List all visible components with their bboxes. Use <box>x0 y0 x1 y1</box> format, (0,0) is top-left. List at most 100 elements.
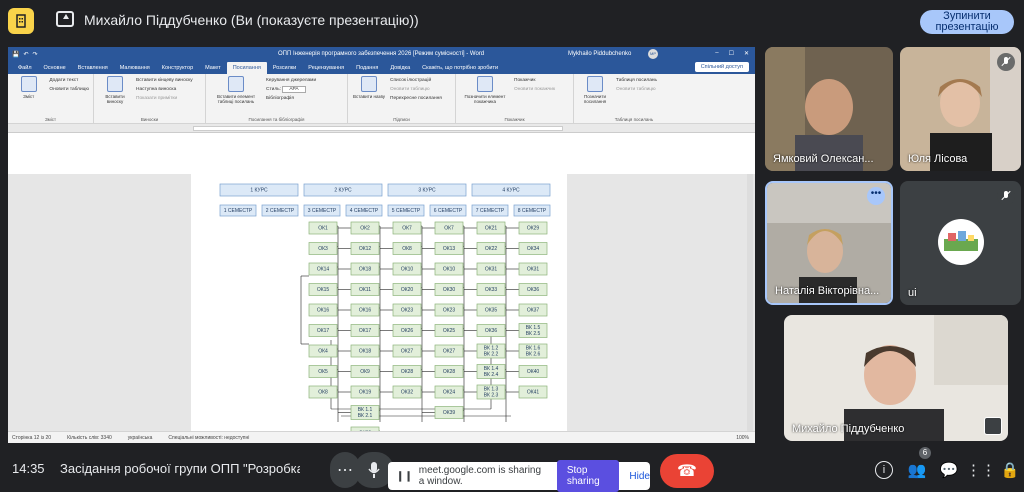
course-label: ОК26 <box>401 328 414 334</box>
toc-button[interactable]: Зміст <box>12 76 45 121</box>
participant-tile-3[interactable]: ••• Наталія Вікторівна... <box>765 181 893 305</box>
update-index-button[interactable]: Оновити покажчик <box>514 85 555 94</box>
ribbon-tab[interactable]: Вставлення <box>72 65 114 74</box>
participant-tile-2[interactable]: Юля Лісова <box>900 47 1021 171</box>
course-label: ОК32 <box>401 389 414 395</box>
update-toa-button[interactable]: Оновити таблицю <box>616 85 657 94</box>
shared-word-window: 💾 ↶ ↷ ОПП Інженерія програмного забезпеч… <box>8 47 755 443</box>
course-label: ВК 2.4 <box>484 372 499 378</box>
user-name: Mykhailo Piddubchenko <box>568 51 632 57</box>
year-label: 3 КУРС <box>418 187 436 193</box>
hide-button[interactable]: Hide <box>629 471 650 482</box>
add-text-button[interactable]: Додати текст <box>49 76 89 85</box>
semester-label: 1 СЕМЕСТР <box>224 208 253 214</box>
ribbon-tab[interactable]: Макет <box>199 65 227 74</box>
pip-icon[interactable] <box>984 417 1002 435</box>
muted-mic-icon <box>997 187 1015 205</box>
ribbon-tab[interactable]: Розсилки <box>267 65 302 74</box>
next-footnote-button[interactable]: Наступна виноска <box>136 85 193 94</box>
activities-button[interactable]: ⋮⋮ <box>966 456 996 484</box>
course-label: ОК37 <box>527 307 540 313</box>
bibliography-button[interactable]: Бібліографія <box>266 94 316 103</box>
update-figures-button[interactable]: Оновити таблицю <box>390 85 442 94</box>
people-button[interactable]: 👥 <box>903 456 931 484</box>
course-label: ВК 2.6 <box>526 351 541 357</box>
toc-icon <box>20 76 37 92</box>
course-label: ОК7 <box>402 225 412 231</box>
mark-citation-button[interactable]: Позначити посилання <box>578 76 612 121</box>
semester-label: 5 СЕМЕСТР <box>392 208 421 214</box>
course-label: ОК19 <box>359 389 372 395</box>
tell-me-search[interactable]: Скажіть, що потрібно зробити <box>416 65 504 74</box>
ribbon-tab[interactable]: Конструктор <box>156 65 199 74</box>
course-label: ОК11 <box>359 287 371 293</box>
course-label: ВК 2.5 <box>526 331 541 337</box>
insert-endnote-button[interactable]: Вставити кінцеву виноску <box>136 76 193 85</box>
participant-tile-self[interactable]: Михайло Піддубченко <box>784 315 1008 441</box>
manage-sources-button[interactable]: Керування джерелами <box>266 76 316 85</box>
undo-icon[interactable]: ↶ <box>23 51 28 58</box>
ribbon-tab[interactable]: Файл <box>12 65 38 74</box>
ribbon-tab[interactable]: Довідка <box>384 65 416 74</box>
vertical-scrollbar[interactable] <box>747 174 753 431</box>
ribbon-tab[interactable]: Рецензування <box>302 65 350 74</box>
insert-citation-button[interactable]: Вставити елемент таблиці посилань <box>210 76 262 121</box>
sharing-text: meet.google.com is sharing a window. <box>418 465 542 487</box>
insert-caption-button[interactable]: Вставити назву <box>352 76 386 121</box>
ribbon-group-footnotes: Вставити виноску Вставити кінцеву виноск… <box>94 74 206 123</box>
course-label: ОК10 <box>401 266 414 272</box>
semester-label: 2 СЕМЕСТР <box>266 208 295 214</box>
close-icon[interactable]: ✕ <box>744 50 749 57</box>
leave-call-button[interactable]: ☎ <box>660 454 714 488</box>
course-label: ОК33 <box>485 287 498 293</box>
course-label: ОК8 <box>402 246 412 252</box>
ribbon-tab[interactable]: Подання <box>350 65 384 74</box>
stop-sharing-button[interactable]: Stop sharing <box>556 460 620 492</box>
ribbon-tab[interactable]: Посилання <box>226 62 267 74</box>
course-label: ОК3 <box>318 246 328 252</box>
meeting-info-button[interactable]: i <box>870 456 898 484</box>
zoom-level[interactable]: 100% <box>736 435 749 441</box>
accessibility-status[interactable]: Спеціальні можливості: недоступні <box>168 435 249 441</box>
table-of-figures-button[interactable]: Список ілюстрацій <box>390 76 442 85</box>
participant-tile-4[interactable]: ui <box>900 181 1021 305</box>
share-button[interactable]: Спільний доступ <box>694 62 749 72</box>
more-options-icon[interactable]: ••• <box>867 187 885 205</box>
ribbon-group-captions: Вставити назву Список ілюстрацій Оновити… <box>348 74 456 123</box>
semester-label: 3 СЕМЕСТР <box>308 208 337 214</box>
update-table-button[interactable]: Оновити таблицю <box>49 85 89 94</box>
microphone-icon <box>368 462 380 478</box>
host-controls-button[interactable]: 🔒 <box>996 456 1024 484</box>
presenter-title: Михайло Піддубченко (Ви (показуєте презе… <box>84 12 419 28</box>
ribbon-tab[interactable]: Основне <box>38 65 72 74</box>
mark-entry-button[interactable]: Позначити елемент покажчика <box>460 76 510 121</box>
insert-footnote-button[interactable]: Вставити виноску <box>98 76 132 121</box>
maximize-icon[interactable]: ☐ <box>729 50 734 57</box>
style-select[interactable]: Стиль: APA <box>266 85 316 94</box>
year-label: 4 КУРС <box>502 187 520 193</box>
ribbon-tab[interactable]: Малювання <box>114 65 156 74</box>
ribbon-group-citations: Вставити елемент таблиці посилань Керува… <box>206 74 348 123</box>
status-bar: Сторінка 12 із 20 Кількість слів: 3340 у… <box>8 431 755 443</box>
window-controls: – ☐ ✕ <box>715 50 749 57</box>
insert-index-button[interactable]: Покажчик <box>514 76 555 85</box>
course-label: ОК5 <box>318 369 328 375</box>
minimize-icon[interactable]: – <box>715 50 718 57</box>
user-avatar[interactable]: MP <box>648 49 658 59</box>
course-label: ОК27 <box>401 348 414 354</box>
course-label: ОК36 <box>527 287 540 293</box>
stop-presenting-button[interactable]: Зупинити презентацію <box>920 10 1014 34</box>
course-label: ОК17 <box>317 328 330 334</box>
course-label: ОК4 <box>318 348 328 354</box>
chat-button[interactable]: 💬 <box>935 456 963 484</box>
cross-reference-button[interactable]: Перехресне посилання <box>390 94 442 103</box>
participant-tile-1[interactable]: Ямковий Олексан... <box>765 47 893 171</box>
meet-menu-button[interactable] <box>8 8 34 34</box>
pause-icon[interactable]: ❙❙ <box>396 471 413 482</box>
redo-icon[interactable]: ↷ <box>33 51 38 58</box>
course-label: ОК27 <box>443 348 456 354</box>
insert-toa-button[interactable]: Таблиця посилань <box>616 76 657 85</box>
show-notes-button[interactable]: Показати примітки <box>136 94 193 103</box>
save-icon[interactable]: 💾 <box>12 51 19 58</box>
language[interactable]: українська <box>128 435 153 441</box>
